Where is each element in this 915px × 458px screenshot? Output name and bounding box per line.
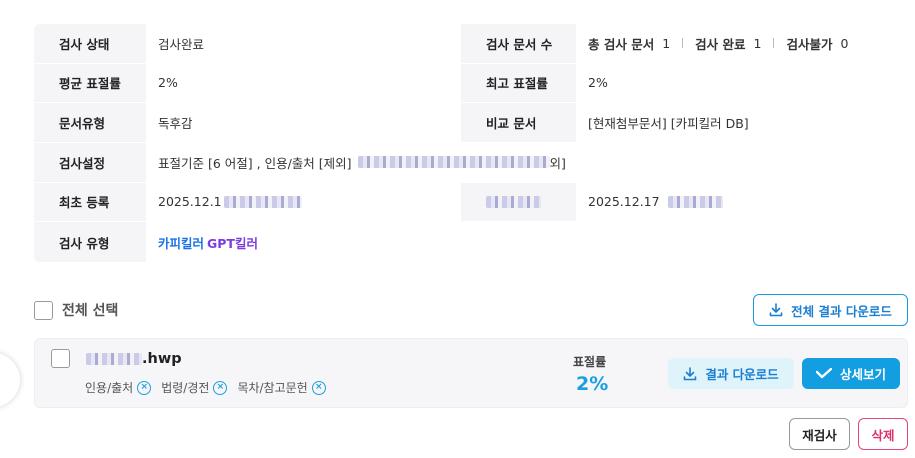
first-reg-label: 최초 등록: [34, 182, 146, 222]
divider: [682, 38, 684, 49]
doc-count-label: 검사 문서 수: [461, 24, 576, 63]
done-label: 검사 완료: [695, 36, 746, 52]
settings-label: 검사설정: [34, 142, 146, 182]
exclusion-tags: 인용/출처 × 법령/경전 × 목차/참고문헌 ×: [85, 379, 336, 396]
info-row-settings: 검사설정 표절기준 [6 어절] , 인용/출처 [제외] 외]: [34, 142, 908, 183]
download-icon: [684, 366, 697, 380]
info-row-registration: 최초 등록 2025.12.1 2025.12.17: [34, 182, 908, 223]
info-row-status: 검사 상태 검사완료 검사 문서 수 총 검사 문서 1 검사 완료 1 검사불…: [34, 24, 908, 64]
status-value: 검사완료: [146, 24, 461, 63]
tag-citation-label: 인용/출처: [85, 381, 134, 395]
inspection-info-table: 검사 상태 검사완료 검사 문서 수 총 검사 문서 1 검사 완료 1 검사불…: [34, 24, 908, 262]
download-all-button[interactable]: 전체 결과 다운로드: [753, 294, 908, 326]
view-detail-label: 상세보기: [839, 367, 886, 382]
file-card: . hwp 인용/출처 × 법령/경전 × 목차/참고문헌 × 표절률 2% 결…: [34, 338, 908, 408]
divider: [773, 38, 775, 49]
download-result-button[interactable]: 결과 다운로드: [668, 358, 794, 389]
settings-text: 표절기준 [6 어절] , 인용/출처 [제외]: [158, 155, 352, 171]
max-ratio-label: 최고 표절률: [461, 63, 576, 103]
check-icon: [815, 367, 832, 378]
compare-doc-value: [현재첨부문서] [카피킬러 DB]: [576, 103, 908, 142]
doc-count-value: 총 검사 문서 1 검사 완료 1 검사불가 0: [576, 24, 908, 63]
file-extension: hwp: [147, 351, 182, 367]
avg-ratio-label: 평균 표절률: [34, 63, 146, 103]
plagiarism-ratio-value: 2%: [576, 373, 609, 395]
doc-type-label: 문서유형: [34, 103, 146, 142]
select-all[interactable]: 전체 선택: [34, 300, 118, 320]
avg-ratio-value: 2%: [146, 63, 461, 103]
kind-label: 검사 유형: [34, 222, 146, 262]
select-all-checkbox[interactable]: [34, 300, 53, 320]
view-detail-button[interactable]: 상세보기: [802, 358, 900, 389]
file-name: . hwp: [86, 351, 182, 367]
total-label: 총 검사 문서: [588, 36, 655, 52]
select-all-label: 전체 선택: [62, 303, 119, 319]
download-result-label: 결과 다운로드: [705, 367, 779, 382]
tag-references: 목차/참고문헌 ×: [237, 379, 326, 396]
download-icon: [769, 303, 783, 317]
max-ratio-value: 2%: [576, 63, 908, 103]
info-row-ratio: 평균 표절률 2% 최고 표절률 2%: [34, 63, 908, 104]
done-value: 1: [753, 35, 762, 51]
kind-copykiller: 카피킬러: [158, 235, 205, 251]
redacted-filename: [86, 353, 142, 365]
tag-law: 법령/경전 ×: [161, 379, 228, 396]
last-reg-date: 2025.12.17: [588, 194, 660, 210]
settings-value: 표절기준 [6 어절] , 인용/출처 [제외] 외]: [146, 142, 908, 182]
close-circle-icon[interactable]: ×: [311, 380, 326, 395]
redacted-label: [486, 195, 541, 208]
tag-law-label: 법령/경전: [161, 381, 210, 395]
download-all-label: 전체 결과 다운로드: [791, 303, 892, 319]
doc-type-value: 독후감: [146, 103, 461, 142]
kind-value: 카피킬러 GPT킬러: [146, 222, 908, 262]
close-circle-icon[interactable]: ×: [213, 380, 228, 395]
tag-references-label: 목차/참고문헌: [237, 381, 308, 395]
redacted-time: [667, 195, 723, 208]
fail-label: 검사불가: [786, 36, 833, 52]
settings-suffix: 외]: [549, 155, 566, 171]
side-scroll-handle[interactable]: [0, 352, 20, 408]
info-row-kind: 검사 유형 카피킬러 GPT킬러: [34, 222, 908, 262]
close-circle-icon[interactable]: ×: [137, 380, 152, 395]
redacted-text: [357, 156, 550, 169]
redacted-label-cell: [461, 182, 576, 222]
status-label: 검사 상태: [34, 24, 146, 63]
last-reg-value: 2025.12.17: [576, 182, 908, 222]
redacted-time: [223, 195, 302, 208]
file-checkbox[interactable]: [51, 349, 70, 368]
info-row-doctype: 문서유형 독후감 비교 문서 [현재첨부문서] [카피킬러 DB]: [34, 103, 908, 143]
first-reg-date: 2025.12.1: [158, 194, 222, 210]
fail-value: 0: [840, 35, 849, 51]
tag-citation: 인용/출처 ×: [85, 379, 152, 396]
compare-doc-label: 비교 문서: [461, 103, 576, 142]
recheck-button[interactable]: 재검사: [789, 418, 850, 450]
total-value: 1: [662, 35, 671, 51]
plagiarism-ratio-label: 표절률: [573, 355, 607, 369]
first-reg-value: 2025.12.1: [146, 182, 461, 222]
delete-button[interactable]: 삭제: [858, 418, 908, 450]
kind-gptkiller: GPT킬러: [207, 235, 258, 251]
